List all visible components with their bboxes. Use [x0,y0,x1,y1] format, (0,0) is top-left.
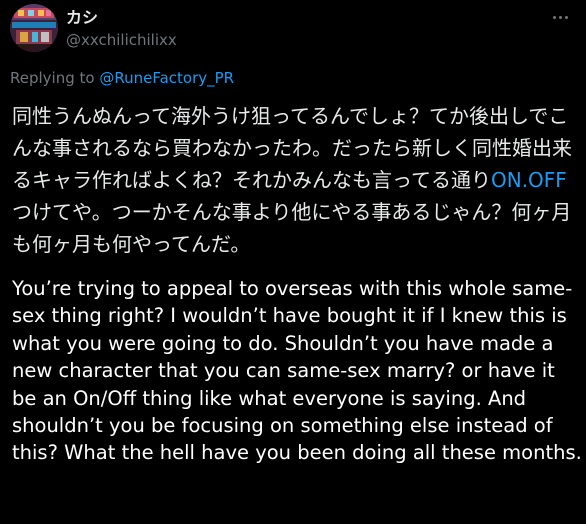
more-horizontal-icon[interactable] [546,6,574,28]
author-handle[interactable]: @xxchilichilixx [66,30,177,50]
replying-to-line: Replying to @RuneFactory_PR [10,68,234,88]
more-dot [558,15,562,19]
more-dot [564,15,568,19]
tweet-text-jp-highlight: ON.OFF [491,168,567,192]
translation-text: You’re trying to appeal to overseas with… [12,277,582,465]
tweet-text-japanese: 同性うんぬんって海外うけ狙ってるんでしょ？てか後出しでこんな事されるなら買わなか… [12,100,578,260]
reply-to-mention-link[interactable]: @RuneFactory_PR [99,69,234,87]
reply-prefix: Replying to [10,69,100,87]
tweet-text-jp-part2: つけてや。つーかそんな事より他にやる事あるじゃん？何ヶ月も何ヶ月も何やってんだ。 [12,200,572,256]
avatar-image [10,4,58,52]
tweet: カシ @xxchilichilixx Replying to @RuneFact… [0,0,586,524]
profile-avatar[interactable] [10,4,58,52]
more-dot [552,15,556,19]
author-display-name[interactable]: カシ [66,8,98,28]
tweet-text-jp-part1: 同性うんぬんって海外うけ狙ってるんでしょ？てか後出しでこんな事されるなら買わなか… [12,104,572,192]
